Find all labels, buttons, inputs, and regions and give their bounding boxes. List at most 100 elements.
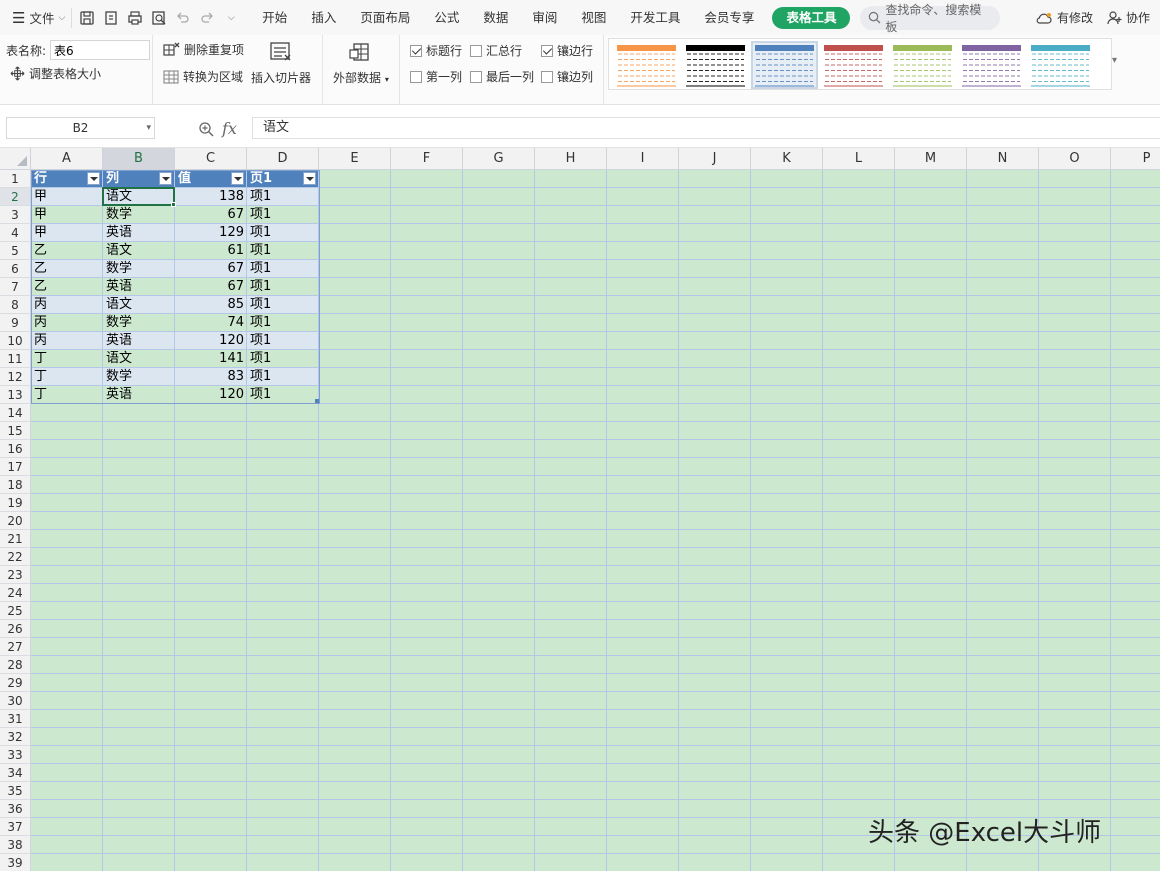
row-header[interactable]: 36 [0,800,31,818]
total-row-checkbox[interactable] [470,44,482,57]
table-cell[interactable]: 英语 [103,224,175,242]
table-header-cell[interactable]: 页1 [247,170,303,188]
table-cell[interactable]: 120 [175,332,247,350]
external-data-button[interactable]: 外部数据 ▾ [333,41,389,86]
column-header-m[interactable]: M [895,148,967,170]
table-cell[interactable]: 项1 [247,188,319,206]
table-style-swatch[interactable] [751,41,818,89]
export-pdf-icon[interactable] [102,9,120,27]
row-header[interactable]: 8 [0,296,31,314]
modified-status[interactable]: 有修改 [1035,9,1093,26]
tab-page-layout[interactable]: 页面布局 [348,0,422,35]
resize-table-button[interactable]: 调整表格大小 [10,65,101,82]
spreadsheet-grid[interactable]: A B C D E F G H I J K L M N O P 1 2 3 4 5 6 7 8 9 10 11 12 13 14 15 16 1… [0,148,1160,871]
table-cell[interactable]: 项1 [247,224,319,242]
row-header[interactable]: 35 [0,782,31,800]
filter-dropdown-icon[interactable] [303,172,316,185]
row-header[interactable]: 22 [0,548,31,566]
remove-duplicates-button[interactable]: 删除重复项 [163,41,244,58]
table-style-swatch[interactable] [822,43,885,87]
tab-member[interactable]: 会员专享 [692,0,766,35]
tab-table-tools[interactable]: 表格工具 [772,6,851,29]
row-header[interactable]: 32 [0,728,31,746]
tab-formulas[interactable]: 公式 [422,0,471,35]
print-icon[interactable] [126,9,144,27]
tab-data[interactable]: 数据 [471,0,520,35]
table-cell[interactable]: 丙 [31,296,103,314]
table-style-swatch[interactable] [1029,43,1092,87]
table-cell[interactable]: 丙 [31,314,103,332]
table-cell[interactable]: 乙 [31,242,103,260]
row-header[interactable]: 17 [0,458,31,476]
table-cell[interactable]: 项1 [247,332,319,350]
table-cell[interactable]: 数学 [103,368,175,386]
column-header-i[interactable]: I [607,148,679,170]
row-header[interactable]: 5 [0,242,31,260]
table-cell[interactable]: 乙 [31,278,103,296]
table-style-swatch[interactable] [960,43,1023,87]
save-icon[interactable] [78,9,96,27]
row-header[interactable]: 6 [0,260,31,278]
insert-slicer-button[interactable]: 插入切片器 [251,41,311,86]
row-header[interactable]: 20 [0,512,31,530]
row-header[interactable]: 28 [0,656,31,674]
option-header-row[interactable]: 标题行 [410,42,462,59]
filter-dropdown-icon[interactable] [87,172,100,185]
column-header-g[interactable]: G [463,148,535,170]
table-cell[interactable]: 丁 [31,368,103,386]
table-cell[interactable]: 项1 [247,260,319,278]
table-style-swatch[interactable] [891,43,954,87]
table-cell[interactable]: 语文 [103,296,175,314]
row-header[interactable]: 30 [0,692,31,710]
row-header[interactable]: 21 [0,530,31,548]
column-header-h[interactable]: H [535,148,607,170]
table-cell[interactable]: 项1 [247,350,319,368]
column-header-j[interactable]: J [679,148,751,170]
redo-icon[interactable] [198,9,216,27]
column-header-f[interactable]: F [391,148,463,170]
table-cell[interactable]: 数学 [103,260,175,278]
row-header[interactable]: 7 [0,278,31,296]
file-menu[interactable]: ☰ 文件 ⌵ [0,0,71,35]
tab-developer[interactable]: 开发工具 [618,0,692,35]
column-header-l[interactable]: L [823,148,895,170]
table-cell[interactable]: 丁 [31,350,103,368]
table-cell[interactable]: 英语 [103,332,175,350]
table-style-swatch[interactable] [615,43,678,87]
column-header-o[interactable]: O [1039,148,1111,170]
table-cell[interactable]: 138 [175,188,247,206]
row-header[interactable]: 25 [0,602,31,620]
row-header[interactable]: 3 [0,206,31,224]
table-cell[interactable]: 英语 [103,386,175,404]
chevron-down-icon[interactable]: ▾ [146,118,151,138]
function-icon[interactable]: fx [222,119,237,138]
table-cell[interactable]: 项1 [247,314,319,332]
table-header-cell[interactable]: 行 [31,170,87,188]
table-cell[interactable]: 67 [175,278,247,296]
table-cell[interactable]: 甲 [31,224,103,242]
row-header[interactable]: 12 [0,368,31,386]
table-cell[interactable]: 项1 [247,386,319,404]
header-row-checkbox[interactable] [410,44,422,57]
table-resize-handle[interactable] [315,399,319,403]
row-header[interactable]: 39 [0,854,31,871]
table-cell[interactable]: 74 [175,314,247,332]
row-header[interactable]: 37 [0,818,31,836]
option-total-row[interactable]: 汇总行 [470,42,522,59]
table-cell[interactable]: 乙 [31,260,103,278]
first-column-checkbox[interactable] [410,70,422,83]
name-box[interactable]: B2 ▾ [6,117,155,139]
table-cell[interactable]: 120 [175,386,247,404]
select-all-corner[interactable] [0,148,31,170]
table-cell[interactable]: 项1 [247,242,319,260]
zoom-icon[interactable] [198,121,214,137]
row-header[interactable]: 23 [0,566,31,584]
row-header[interactable]: 29 [0,674,31,692]
column-header-d[interactable]: D [247,148,319,170]
tab-home[interactable]: 开始 [250,0,299,35]
row-header[interactable]: 13 [0,386,31,404]
table-cell[interactable]: 项1 [247,278,319,296]
column-header-n[interactable]: N [967,148,1039,170]
table-cell[interactable]: 项1 [247,368,319,386]
table-cell[interactable]: 丁 [31,386,103,404]
